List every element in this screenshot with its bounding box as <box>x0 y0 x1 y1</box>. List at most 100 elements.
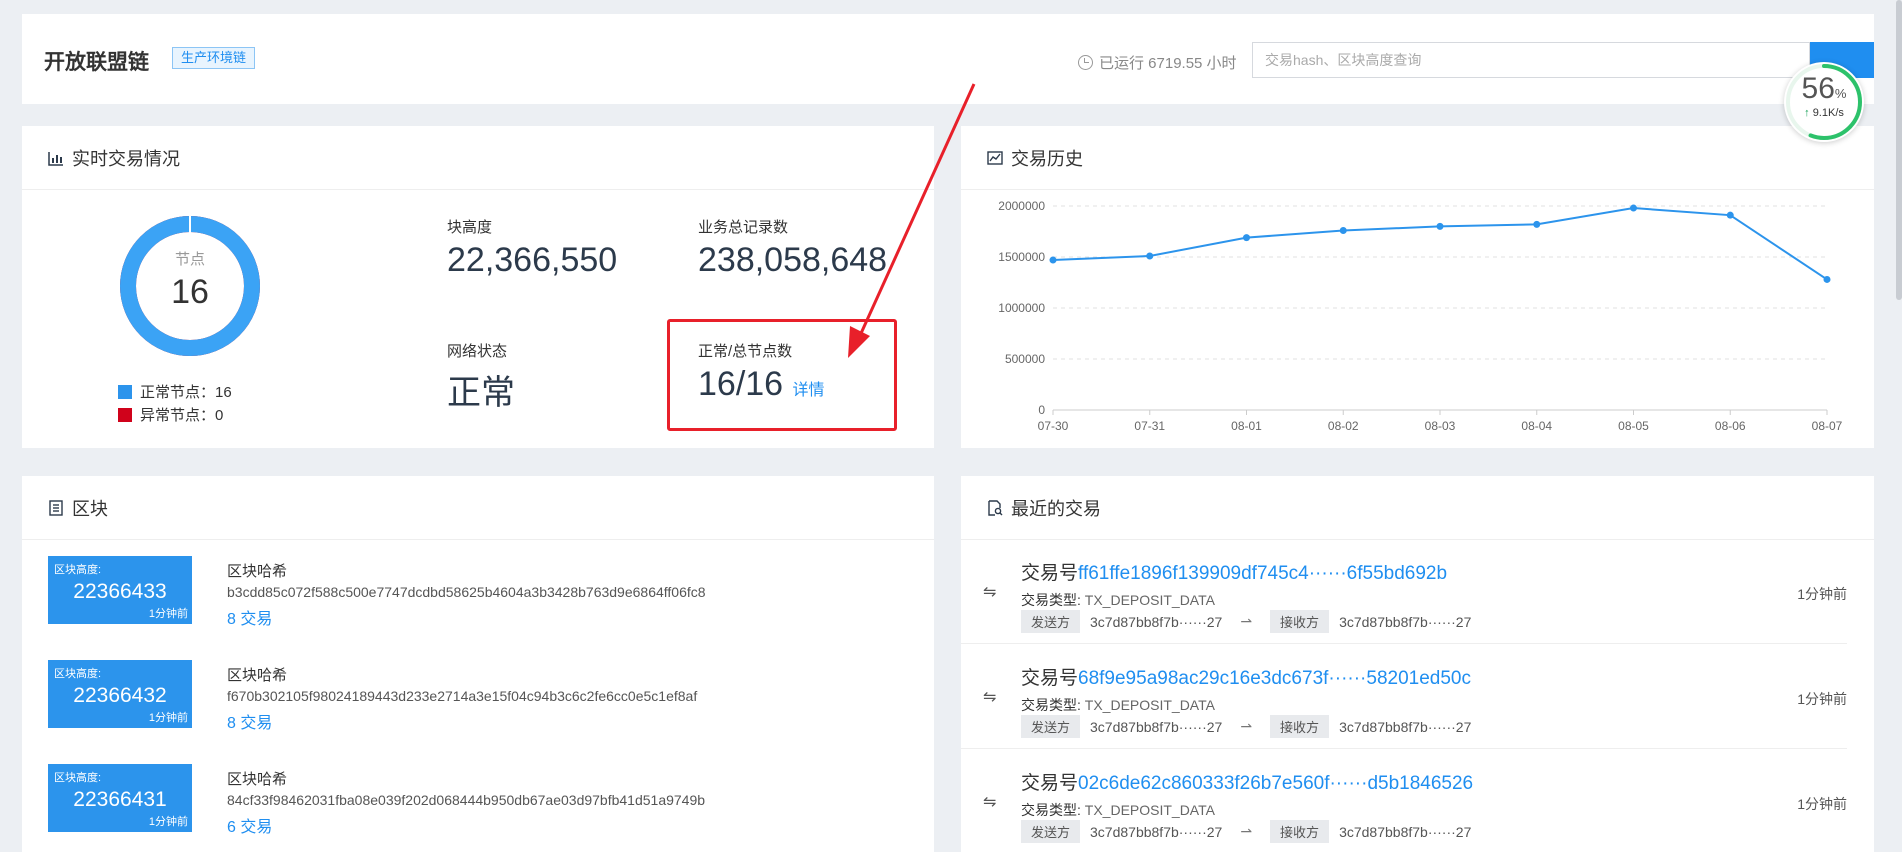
data-point <box>1339 226 1347 234</box>
block-hash-label: 区块哈希 <box>227 771 288 788</box>
network-status-value: 正常 <box>447 374 515 412</box>
donut-label: 节点 <box>174 251 205 268</box>
realtime-panel: 实时交易情况 节点 16 正常节点：16 异常节点：0 块高度 22,366,5… <box>22 126 934 448</box>
legend-normal-nodes: 正常节点：16 <box>118 381 232 402</box>
block-time: 1分钟前 <box>148 712 188 724</box>
tx-hash-link[interactable]: 68f9e95a98ac29c16e3dc673f······58201ed50… <box>1078 668 1471 689</box>
series-line <box>1052 207 1828 281</box>
network-status-label: 网络状态 <box>447 343 508 360</box>
list-icon <box>49 499 63 516</box>
x-tick-label: 08-03 <box>1425 419 1456 433</box>
data-point <box>1146 252 1154 260</box>
blocks-header: 区块 <box>22 476 934 540</box>
network-speed-widget[interactable]: 56% ↑ 9.1K/s <box>1784 62 1864 142</box>
arrow-right-icon: ⇀ <box>1240 613 1253 629</box>
tx-type: 交易类型: TX_DEPOSIT_DATA <box>1021 802 1215 818</box>
sender-address[interactable]: 3c7d87bb8f7b······27 <box>1090 824 1222 840</box>
receiver-address[interactable]: 3c7d87bb8f7b······27 <box>1339 614 1471 630</box>
speed-percent: 56% <box>1801 72 1847 105</box>
donut-value: 16 <box>171 273 209 311</box>
block-row[interactable]: 区块高度: 22366431 1分钟前 区块哈希 84cf33f98462031… <box>22 748 934 852</box>
data-point <box>1630 204 1637 212</box>
legend-abnormal-nodes: 异常节点：0 <box>118 404 223 425</box>
tx-time: 1分钟前 <box>1797 796 1847 812</box>
speed-rate: ↑ 9.1K/s <box>1804 107 1844 119</box>
data-point <box>1726 211 1734 219</box>
tx-time: 1分钟前 <box>1797 586 1847 602</box>
x-tick-label: 08-04 <box>1521 419 1552 433</box>
total-records-stat: 业务总记录数 238,058,648 <box>698 216 887 280</box>
sender-address[interactable]: 3c7d87bb8f7b······27 <box>1090 719 1222 735</box>
block-tx-count-link[interactable]: 8 交易 <box>227 709 272 733</box>
total-records-label: 业务总记录数 <box>698 219 789 236</box>
block-row[interactable]: 区块高度: 22366433 1分钟前 区块哈希 b3cdd85c072f588… <box>22 540 934 644</box>
arrow-up-icon: ↑ <box>1804 107 1810 119</box>
y-tick-label: 0 <box>1038 403 1045 417</box>
block-height-badge-label: 区块高度: <box>54 668 102 680</box>
legend-normal-label: 正常节点：16 <box>140 384 232 401</box>
transactions-title: 最近的交易 <box>1011 498 1101 519</box>
legend-abnormal-label: 异常节点：0 <box>140 407 224 424</box>
page-scrollbar[interactable] <box>1896 0 1902 300</box>
block-height-badge[interactable]: 区块高度: 22366432 1分钟前 <box>48 660 192 728</box>
block-height-label: 块高度 <box>447 219 493 236</box>
data-point <box>1243 234 1250 242</box>
realtime-title: 实时交易情况 <box>72 148 180 169</box>
transactions-header: 最近的交易 <box>961 476 1874 540</box>
total-records-value: 238,058,648 <box>698 241 888 279</box>
tx-row[interactable]: ⇋ 交易号02c6de62c860333f26b7e560f······d5b1… <box>961 750 1847 852</box>
blocks-panel: 区块 区块高度: 22366433 1分钟前 区块哈希 b3cdd85c072f… <box>22 476 934 852</box>
history-header: 交易历史 <box>961 126 1874 190</box>
block-time: 1分钟前 <box>148 816 188 828</box>
legend-swatch-blue <box>118 384 132 399</box>
data-point <box>1533 220 1541 228</box>
history-line-chart: 0 500000 1000000 1500000 2000000 07-30 07-31 08… <box>998 199 1842 433</box>
document-search-icon <box>988 499 1003 516</box>
swap-icon: ⇋ <box>983 584 997 601</box>
arrow-right-icon: ⇀ <box>1240 823 1253 839</box>
block-hash: f670b302105f98024189443d233e2714a3e15f04… <box>227 688 698 704</box>
legend-swatch-red <box>118 407 132 422</box>
y-tick-label: 1500000 <box>998 250 1045 264</box>
tx-hash-link[interactable]: ff61ffe1896f139909df745c4······6f55bd692… <box>1078 563 1447 584</box>
block-height-badge[interactable]: 区块高度: 22366433 1分钟前 <box>48 556 192 624</box>
tx-title: 交易号02c6de62c860333f26b7e560f······d5b184… <box>1021 773 1474 794</box>
block-height-badge[interactable]: 区块高度: 22366431 1分钟前 <box>48 764 192 832</box>
uptime-status: 已运行 6719.55 小时 <box>1078 52 1237 73</box>
receiver-tag: 接收方 <box>1270 715 1330 738</box>
history-title: 交易历史 <box>1011 148 1083 169</box>
tx-type: 交易类型: TX_DEPOSIT_DATA <box>1021 592 1215 608</box>
app-title: 开放联盟链 <box>44 51 149 74</box>
receiver-address[interactable]: 3c7d87bb8f7b······27 <box>1339 719 1471 735</box>
block-row[interactable]: 区块高度: 22366432 1分钟前 区块哈希 f670b302105f980… <box>22 644 934 748</box>
block-tx-count-link[interactable]: 6 交易 <box>227 813 272 837</box>
swap-icon: ⇋ <box>983 689 997 706</box>
receiver-address[interactable]: 3c7d87bb8f7b······27 <box>1339 824 1471 840</box>
sender-tag: 发送方 <box>1021 715 1081 738</box>
realtime-header: 实时交易情况 <box>22 126 934 190</box>
tx-row[interactable]: ⇋ 交易号ff61ffe1896f139909df745c4······6f55… <box>961 540 1847 644</box>
tx-row[interactable]: ⇋ 交易号68f9e95a98ac29c16e3dc673f······5820… <box>961 645 1847 749</box>
swap-icon: ⇋ <box>983 794 997 811</box>
sender-tag: 发送方 <box>1021 820 1081 843</box>
block-info: 区块哈希 f670b302105f98024189443d233e2714a3e… <box>227 664 697 733</box>
block-hash: 84cf33f98462031fba08e039f202d068444b950d… <box>227 792 706 808</box>
sender-address[interactable]: 3c7d87bb8f7b······27 <box>1090 614 1222 630</box>
x-tick-label: 07-31 <box>1134 419 1165 433</box>
block-hash: b3cdd85c072f588c500e7747dcdbd58625b4604a… <box>227 584 706 600</box>
block-height-badge-label: 区块高度: <box>54 564 102 576</box>
x-tick-label: 08-01 <box>1231 419 1262 433</box>
x-tick-label: 08-06 <box>1715 419 1746 433</box>
data-point <box>1823 275 1831 283</box>
tx-hash-link[interactable]: 02c6de62c860333f26b7e560f······d5b184652… <box>1078 773 1473 794</box>
tx-time: 1分钟前 <box>1797 691 1847 707</box>
block-height-stat: 块高度 22,366,550 <box>447 216 617 280</box>
clock-icon <box>1078 55 1093 70</box>
block-tx-count-link[interactable]: 8 交易 <box>227 605 272 629</box>
search-input[interactable] <box>1252 42 1810 78</box>
receiver-tag: 接收方 <box>1270 820 1330 843</box>
block-info: 区块哈希 b3cdd85c072f588c500e7747dcdbd58625b… <box>227 560 706 629</box>
block-height-badge-label: 区块高度: <box>54 772 102 784</box>
node-donut: 节点 16 <box>120 216 260 356</box>
uptime-text: 已运行 6719.55 小时 <box>1099 55 1237 72</box>
